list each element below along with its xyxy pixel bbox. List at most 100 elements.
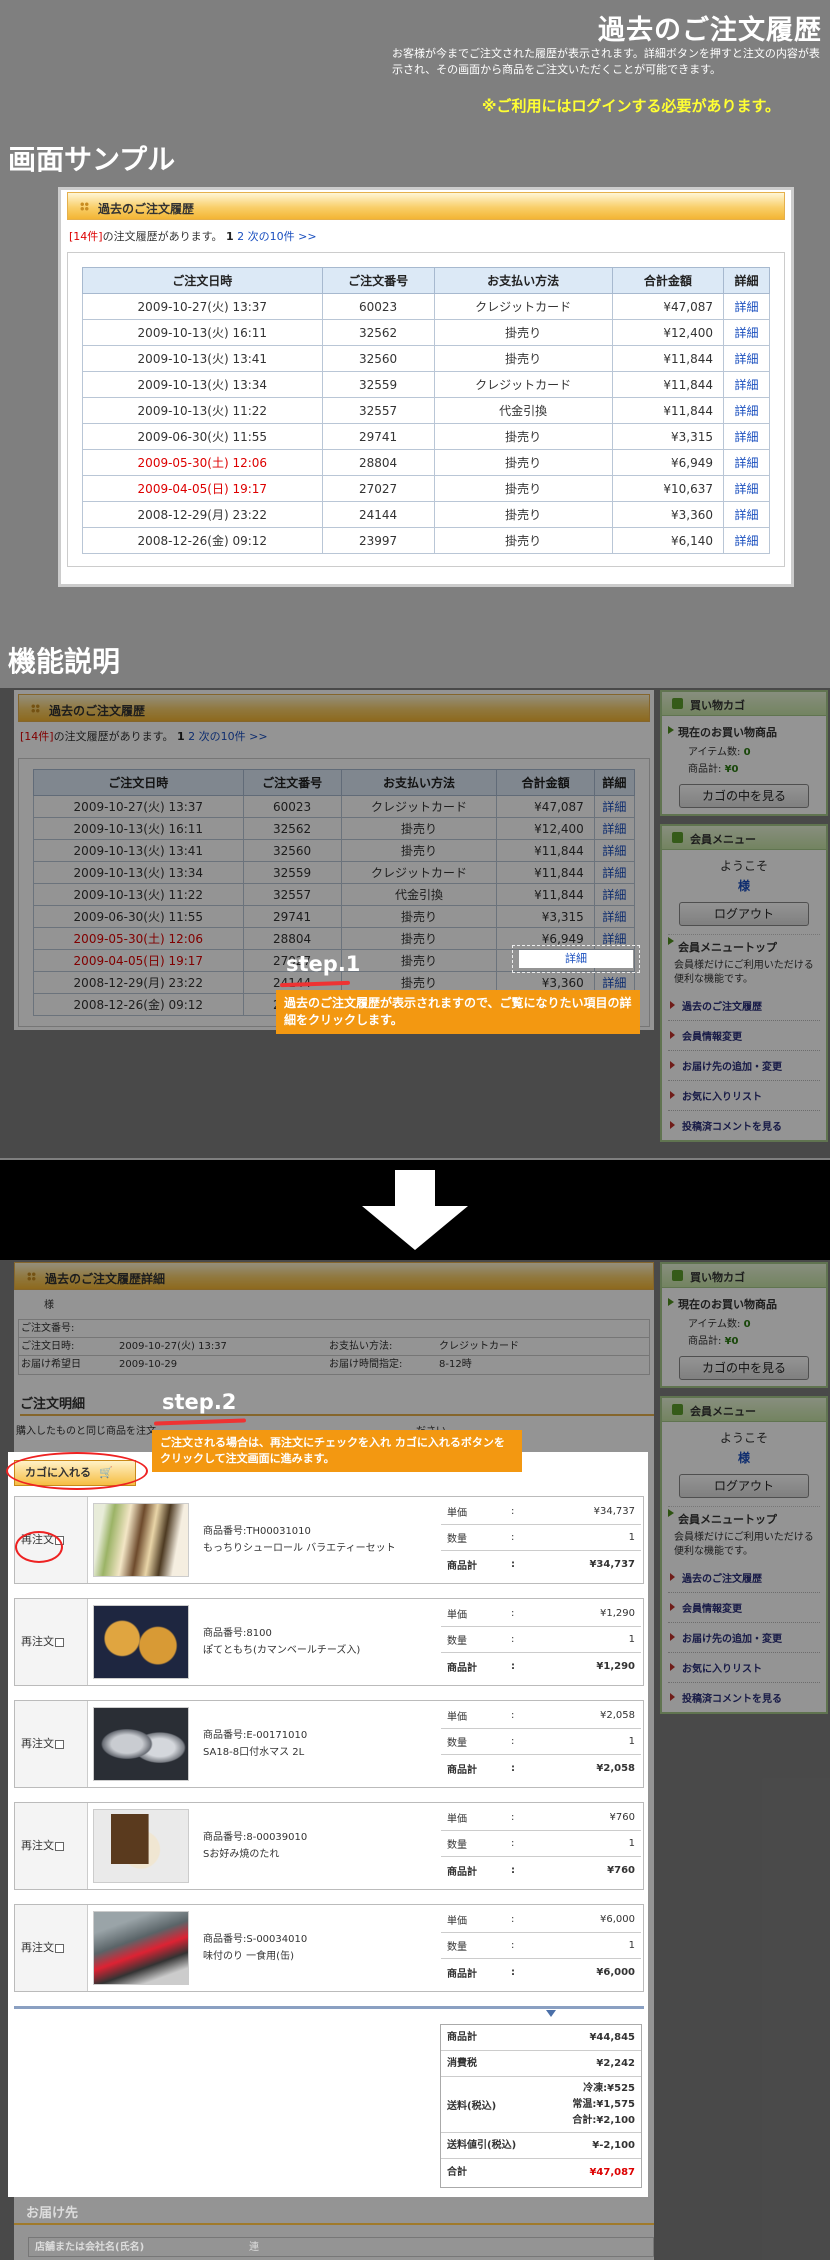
cell-pay: 代金引換 [340,883,498,906]
table-row: 2009-10-13(火) 13:34 32559 クレジットカード ¥11,844 詳… [82,371,770,398]
reorder-checkbox[interactable] [55,1739,64,1749]
product-code: 商品番号:8-00039010 [203,1832,308,1843]
detail-link[interactable]: 詳細 [602,844,626,858]
detail-link[interactable]: 詳細 [602,822,626,836]
detail-link[interactable]: 詳細 [735,430,759,444]
detail-link[interactable]: 詳細 [735,404,759,418]
member-top-link[interactable]: 会員メニュートップ [668,934,820,955]
page-2-link-2[interactable]: 2 [188,730,195,743]
view-cart-button[interactable]: カゴの中を見る [679,784,809,808]
menu-link-comments[interactable]: 投稿済コメントを見る [668,1111,820,1140]
detail-link[interactable]: 詳細 [602,866,626,880]
detail-link[interactable]: 詳細 [735,456,759,470]
menu-link-order-history-2[interactable]: 過去のご注文履歴 [668,1563,820,1593]
menu-link-comments-2[interactable]: 投稿済コメントを見る [668,1683,820,1712]
cart-items-label-2: アイテム数: [688,1319,741,1330]
cell-detail[interactable]: 詳細 [593,883,636,906]
cell-detail[interactable]: 詳細 [723,423,770,450]
price-table: 単価: ¥34,737 数量:1 商品計: ¥34,737 [441,1499,641,1577]
menu-link-member-info-2[interactable]: 会員情報変更 [668,1593,820,1623]
reorder-checkbox[interactable] [55,1943,64,1953]
detail-link[interactable]: 詳細 [735,482,759,496]
page-1-link-2[interactable]: 1 [177,730,185,743]
menu-link-favorites[interactable]: お気に入りリスト [668,1081,820,1111]
page-1-link[interactable]: 1 [226,230,234,243]
product-code: 商品番号:TH00031010 [203,1526,311,1537]
detail-link[interactable]: 詳細 [602,888,626,902]
cell-detail[interactable]: 詳細 [723,527,770,554]
order-date-value: 2009-10-27(火) 13:37 [119,1341,227,1352]
product-image [93,1503,189,1577]
order-items-heading: ご注文明細 [20,1393,654,1416]
detail-link[interactable]: 詳細 [735,352,759,366]
reorder-label: 再注文 [21,1941,54,1954]
detail-link[interactable]: 詳細 [602,932,626,946]
view-cart-button-2[interactable]: カゴの中を見る [679,1356,809,1380]
summary-discount-label: 送料値引(税込) [447,2140,517,2151]
product-image [93,1605,189,1679]
price-table: 単価: ¥1,290 数量:1 商品計: ¥1,290 [441,1601,641,1679]
page-2-link[interactable]: 2 [237,230,244,243]
cell-total: ¥3,315 [611,423,725,450]
column-header: ご注文日時 [33,769,244,796]
qty-value: 1 [628,1838,635,1849]
detail-link[interactable]: 詳細 [735,300,759,314]
subtotal-value: ¥2,058 [596,1762,635,1774]
subtotal-value: ¥760 [607,1864,635,1876]
cell-no: 23997 [321,527,435,554]
cell-detail[interactable]: 詳細 [593,839,636,862]
logout-button-2[interactable]: ログアウト [679,1474,809,1498]
product-name: ぽてともち(カマンベールチーズ入) [203,1645,361,1656]
cell-date: 2009-10-13(火) 13:41 [82,345,323,372]
detail-link[interactable]: 詳細 [735,508,759,522]
table-row: 2009-10-13(火) 13:41 32560 掛売り ¥11,844 詳細 [33,839,636,862]
cell-detail[interactable]: 詳細 [723,345,770,372]
detail-link[interactable]: 詳細 [735,378,759,392]
member-top-link-2[interactable]: 会員メニュートップ [668,1506,820,1527]
table-row: 2009-10-13(火) 11:22 32557 代金引換 ¥11,844 詳細 [82,397,770,424]
page-title: 過去のご注文履歴 [598,15,822,46]
cell-detail[interactable]: 詳細 [593,817,636,840]
product-image [93,1707,189,1781]
detail-link[interactable]: 詳細 [602,976,626,990]
cell-detail[interactable]: 詳細 [593,795,636,818]
reorder-checkbox[interactable] [55,1637,64,1647]
cell-detail[interactable]: 詳細 [723,475,770,502]
cell-pay: 掛売り [340,817,498,840]
order-item-row: 再注文 商品番号:E-00171010 SA18-8口付水マス 2L 単価: ¥2,05… [14,1700,644,1788]
highlighted-detail-link[interactable]: 詳細 [519,950,633,968]
next-page-link-2[interactable]: 次の10件 >> [199,730,268,743]
table-row: 2009-05-30(土) 12:06 28804 掛売り ¥6,949 詳細 [82,449,770,476]
reorder-checkbox[interactable] [55,1841,64,1851]
cell-detail[interactable]: 詳細 [723,397,770,424]
cell-pay: クレジットカード [433,371,613,398]
cell-pay: 掛売り [340,949,498,972]
cell-detail[interactable]: 詳細 [723,449,770,476]
cell-detail[interactable]: 詳細 [723,319,770,346]
next-page-link[interactable]: 次の10件 >> [248,230,317,243]
cell-no: 28804 [321,449,435,476]
member-menu-title-2: 会員メニュー [662,1398,826,1422]
cell-detail[interactable]: 詳細 [723,293,770,320]
cart-title-2: 買い物カゴ [662,1264,826,1288]
menu-link-member-info[interactable]: 会員情報変更 [668,1021,820,1051]
menu-link-delivery-2[interactable]: お届け先の追加・変更 [668,1623,820,1653]
summary-total-label: 合計 [447,2167,467,2178]
order-item-row: 再注文 商品番号:8-00039010 Sお好み焼のたれ 単価: ¥760 数量:1 商品計… [14,1802,644,1890]
menu-link-order-history[interactable]: 過去のご注文履歴 [668,991,820,1021]
cell-detail[interactable]: 詳細 [593,861,636,884]
cell-detail[interactable]: 詳細 [723,501,770,528]
detail-link[interactable]: 詳細 [602,800,626,814]
detail-link[interactable]: 詳細 [735,326,759,340]
cell-no: 27027 [321,475,435,502]
cell-total: ¥3,360 [611,501,725,528]
menu-link-favorites-2[interactable]: お気に入りリスト [668,1653,820,1683]
menu-link-delivery[interactable]: お届け先の追加・変更 [668,1051,820,1081]
logout-button[interactable]: ログアウト [679,902,809,926]
cell-detail[interactable]: 詳細 [593,905,636,928]
detail-link[interactable]: 詳細 [735,534,759,548]
cart-title: 買い物カゴ [662,692,826,716]
cell-detail[interactable]: 詳細 [723,371,770,398]
detail-link[interactable]: 詳細 [602,910,626,924]
qty-label: 数量 [447,1840,467,1851]
